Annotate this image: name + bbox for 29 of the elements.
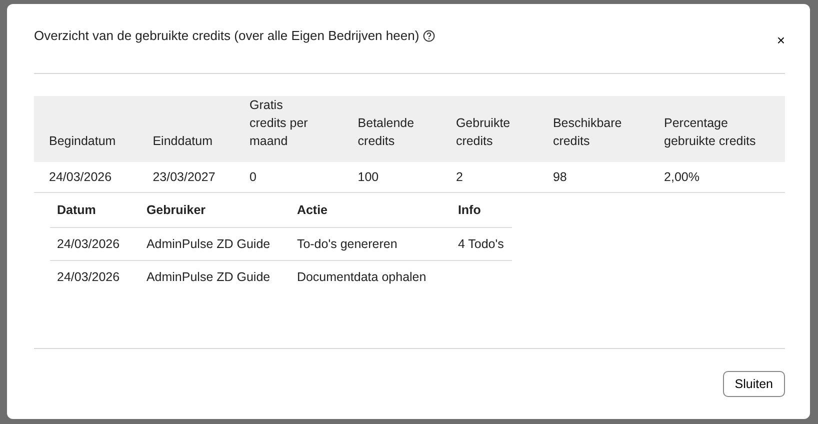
- column-header: Betalende credits: [342, 96, 441, 162]
- table-cell: Documentdata ophalen: [290, 260, 451, 293]
- column-header: Percentage gebruikte credits: [649, 96, 785, 162]
- table-cell: 4 Todo's: [450, 228, 512, 260]
- table-cell: AdminPulse ZD Guide: [139, 260, 290, 293]
- column-header: Info: [450, 193, 512, 228]
- table-cell: 2,00%: [649, 162, 785, 192]
- table-cell: 2: [440, 162, 538, 192]
- table-cell: AdminPulse ZD Guide: [139, 228, 290, 260]
- column-header: Beschikbare credits: [538, 96, 650, 162]
- table-cell: 0: [234, 162, 343, 192]
- table-cell: 24/03/2026: [50, 228, 140, 260]
- column-header: Gebruiker: [139, 193, 290, 228]
- column-header: Datum: [50, 193, 140, 228]
- column-header: Actie: [290, 193, 451, 228]
- table-cell: To-do's genereren: [290, 228, 451, 260]
- close-button[interactable]: Sluiten: [722, 371, 785, 397]
- column-header: Gebruikte credits: [440, 96, 538, 162]
- table-cell: 23/03/2027: [138, 162, 234, 192]
- table-cell: 24/03/2026: [34, 162, 138, 192]
- close-button[interactable]: ×: [776, 32, 785, 48]
- column-header: Gratis credits per maand: [234, 96, 343, 162]
- table-cell: 24/03/2026: [50, 260, 140, 293]
- help-icon[interactable]: [423, 30, 436, 42]
- dialog-title: Overzicht van de gebruikte credits (over alle Eigen Bedrijven heen): [34, 28, 420, 43]
- column-header: Begindatum: [34, 96, 138, 162]
- table-cell: 98: [538, 162, 650, 192]
- column-header: Einddatum: [138, 96, 234, 162]
- table-cell: 100: [342, 162, 441, 192]
